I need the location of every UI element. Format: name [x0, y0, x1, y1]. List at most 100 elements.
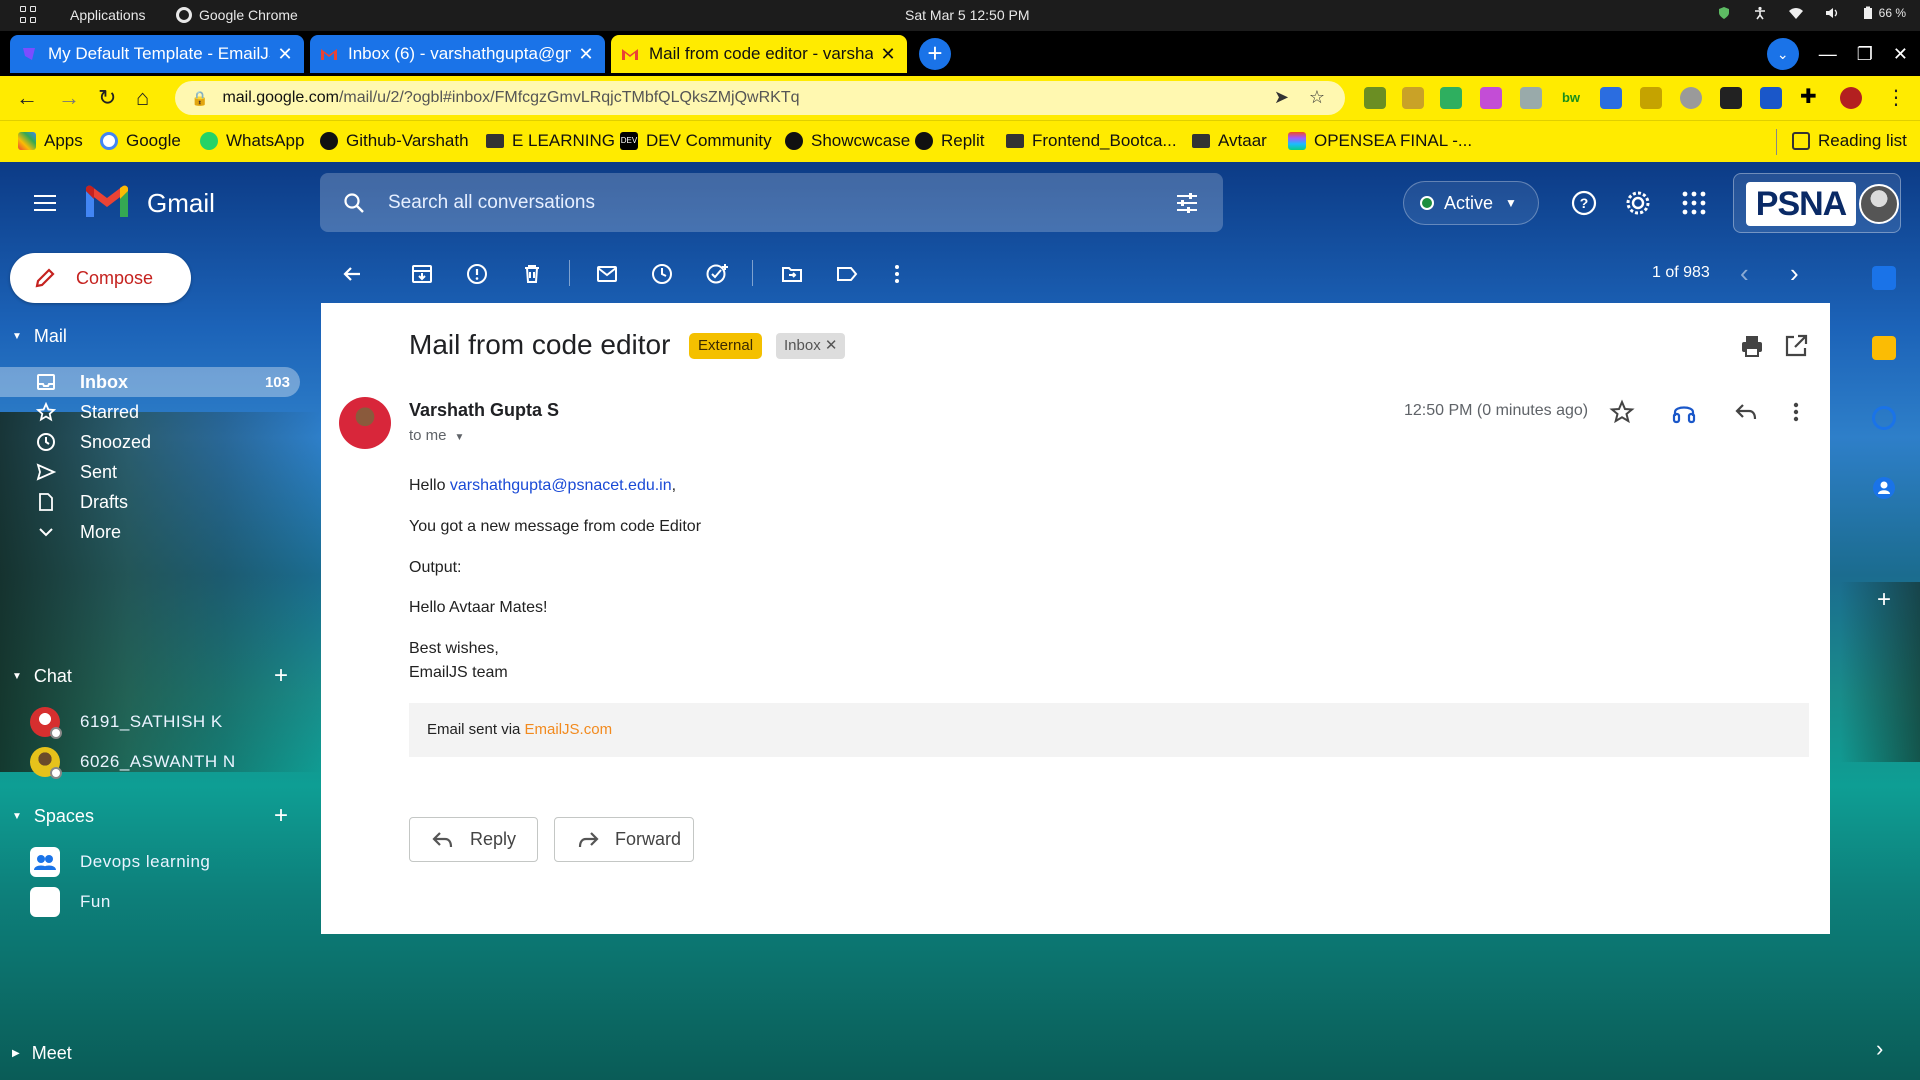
- get-addons-plus-icon[interactable]: +: [1872, 588, 1896, 612]
- headphones-icon[interactable]: [1671, 399, 1697, 425]
- settings-gear-icon[interactable]: [1624, 189, 1652, 217]
- older-chevron-icon[interactable]: ›: [1790, 258, 1799, 289]
- report-spam-icon[interactable]: [465, 262, 489, 286]
- recipient-email-link[interactable]: varshathgupta@psnacet.edu.in: [450, 477, 672, 494]
- sender-avatar[interactable]: [339, 397, 391, 449]
- status-selector[interactable]: Active ▼: [1403, 181, 1539, 225]
- restore-icon[interactable]: ❐: [1857, 44, 1873, 65]
- inbox-label-chip[interactable]: Inbox ✕: [776, 333, 846, 359]
- mark-unread-icon[interactable]: [595, 262, 619, 286]
- tasks-icon[interactable]: [1872, 406, 1896, 430]
- meet-section-header[interactable]: ▶ Meet: [12, 1043, 72, 1064]
- back-icon[interactable]: ←: [16, 85, 38, 111]
- newer-chevron-icon[interactable]: ‹: [1740, 258, 1749, 289]
- bookmark-frontend-bootcamp[interactable]: Frontend_Bootca...: [1006, 131, 1177, 151]
- extension-icon[interactable]: [1480, 87, 1502, 109]
- address-bar[interactable]: 🔒 mail.google.com/mail/u/2/?ogbl#inbox/F…: [175, 81, 1345, 115]
- account-avatar[interactable]: [1859, 184, 1899, 224]
- extension-icon[interactable]: [1760, 87, 1782, 109]
- bookmark-dev-community[interactable]: DEV DEV Community: [620, 131, 772, 151]
- hide-side-panel-chevron-icon[interactable]: ›: [1876, 1036, 1883, 1062]
- more-options-icon[interactable]: [885, 262, 909, 286]
- space-item-fun[interactable]: Fun: [0, 884, 300, 920]
- extensions-puzzle-icon[interactable]: ✚: [1800, 87, 1822, 109]
- sidebar-item-starred[interactable]: Starred: [0, 397, 300, 427]
- minimize-icon[interactable]: —: [1819, 44, 1837, 65]
- tab-mail-from-code-editor[interactable]: Mail from code editor - varshath ✕: [611, 35, 907, 73]
- extension-icon[interactable]: [1640, 87, 1662, 109]
- sender-name[interactable]: Varshath Gupta S: [409, 400, 559, 421]
- search-icon[interactable]: [342, 191, 366, 215]
- home-icon[interactable]: ⌂: [136, 85, 149, 111]
- sidebar-item-more[interactable]: More: [0, 517, 300, 547]
- add-to-tasks-icon[interactable]: [705, 262, 729, 286]
- sidebar-item-snoozed[interactable]: Snoozed: [0, 427, 300, 457]
- reply-button[interactable]: Reply: [409, 817, 538, 862]
- new-tab-button[interactable]: +: [919, 38, 951, 70]
- bookmark-star-icon[interactable]: ☆: [1309, 87, 1325, 108]
- bookmark-github[interactable]: Github-Varshath: [320, 131, 469, 151]
- move-to-icon[interactable]: [780, 262, 804, 286]
- reply-icon[interactable]: [1733, 399, 1759, 425]
- star-icon[interactable]: [1609, 399, 1635, 425]
- os-applications-menu[interactable]: Applications: [70, 7, 146, 23]
- mail-section-header[interactable]: ▼ Mail: [12, 326, 67, 347]
- os-tray[interactable]: 66 %: [1717, 6, 1906, 20]
- send-icon[interactable]: ➤: [1274, 87, 1289, 108]
- recipient-details[interactable]: to me ▼: [409, 427, 464, 444]
- os-clock[interactable]: Sat Mar 5 12:50 PM: [905, 7, 1030, 23]
- close-icon[interactable]: ✕: [577, 44, 595, 65]
- bookmark-google[interactable]: Google: [100, 131, 181, 151]
- profile-avatar[interactable]: [1840, 87, 1862, 109]
- extension-icon[interactable]: [1364, 87, 1386, 109]
- sidebar-item-inbox[interactable]: Inbox 103: [0, 367, 300, 397]
- sidebar-item-sent[interactable]: Sent: [0, 457, 300, 487]
- tab-inbox[interactable]: Inbox (6) - varshathgupta@gma ✕: [310, 35, 605, 73]
- print-icon[interactable]: [1739, 333, 1765, 359]
- bookmark-avtaar[interactable]: Avtaar: [1192, 131, 1267, 151]
- bookmark-replit[interactable]: Replit: [915, 131, 984, 151]
- tab-emailjs-template[interactable]: My Default Template - EmailJS ✕: [10, 35, 304, 73]
- spaces-section-header[interactable]: ▼ Spaces: [12, 806, 94, 827]
- extension-gear-icon[interactable]: [1680, 87, 1702, 109]
- tab-search-button[interactable]: ⌄: [1766, 38, 1799, 70]
- app-grid-icon[interactable]: [20, 6, 38, 24]
- archive-icon[interactable]: [410, 262, 434, 286]
- remove-label-close-icon[interactable]: ✕: [825, 337, 838, 354]
- search-bar[interactable]: Search all conversations: [320, 173, 1223, 232]
- emailjs-link[interactable]: EmailJS.com: [525, 721, 613, 738]
- extension-icon[interactable]: [1440, 87, 1462, 109]
- bookmark-e-learning[interactable]: E LEARNING: [486, 131, 615, 151]
- main-menu-icon[interactable]: [34, 195, 56, 211]
- forward-icon[interactable]: →: [58, 85, 80, 111]
- extension-icon[interactable]: [1600, 87, 1622, 109]
- back-to-inbox-icon[interactable]: [340, 262, 364, 286]
- close-icon[interactable]: ✕: [879, 44, 897, 65]
- chrome-menu-icon[interactable]: ⋮: [1886, 85, 1906, 110]
- space-item-devops[interactable]: Devops learning: [0, 844, 300, 880]
- forward-button[interactable]: Forward: [554, 817, 694, 862]
- contacts-icon[interactable]: [1872, 476, 1896, 500]
- label-icon[interactable]: [835, 262, 859, 286]
- compose-button[interactable]: Compose: [10, 253, 191, 303]
- reading-list[interactable]: Reading list: [1792, 131, 1907, 151]
- chat-item-aswanth[interactable]: 6026_ASWANTH N: [0, 744, 300, 780]
- search-input[interactable]: Search all conversations: [388, 192, 595, 214]
- delete-icon[interactable]: [520, 262, 544, 286]
- extension-bw-icon[interactable]: bw: [1560, 87, 1582, 109]
- extension-check-icon[interactable]: [1720, 87, 1742, 109]
- bookmark-whatsapp[interactable]: WhatsApp: [200, 131, 304, 151]
- extension-camera-icon[interactable]: [1520, 87, 1542, 109]
- open-in-new-window-icon[interactable]: [1783, 333, 1809, 359]
- chat-section-header[interactable]: ▼ Chat: [12, 666, 72, 687]
- sidebar-item-drafts[interactable]: Drafts: [0, 487, 300, 517]
- new-chat-plus-icon[interactable]: +: [274, 662, 288, 690]
- google-apps-icon[interactable]: [1680, 189, 1708, 217]
- close-icon[interactable]: ✕: [276, 44, 294, 65]
- search-options-icon[interactable]: [1175, 192, 1199, 214]
- new-space-plus-icon[interactable]: +: [274, 802, 288, 830]
- bookmark-opensea[interactable]: OPENSEA FINAL -...: [1288, 131, 1472, 151]
- os-active-app[interactable]: Google Chrome: [176, 7, 298, 23]
- bookmark-apps[interactable]: Apps: [18, 131, 83, 151]
- extension-mail-icon[interactable]: [1402, 87, 1424, 109]
